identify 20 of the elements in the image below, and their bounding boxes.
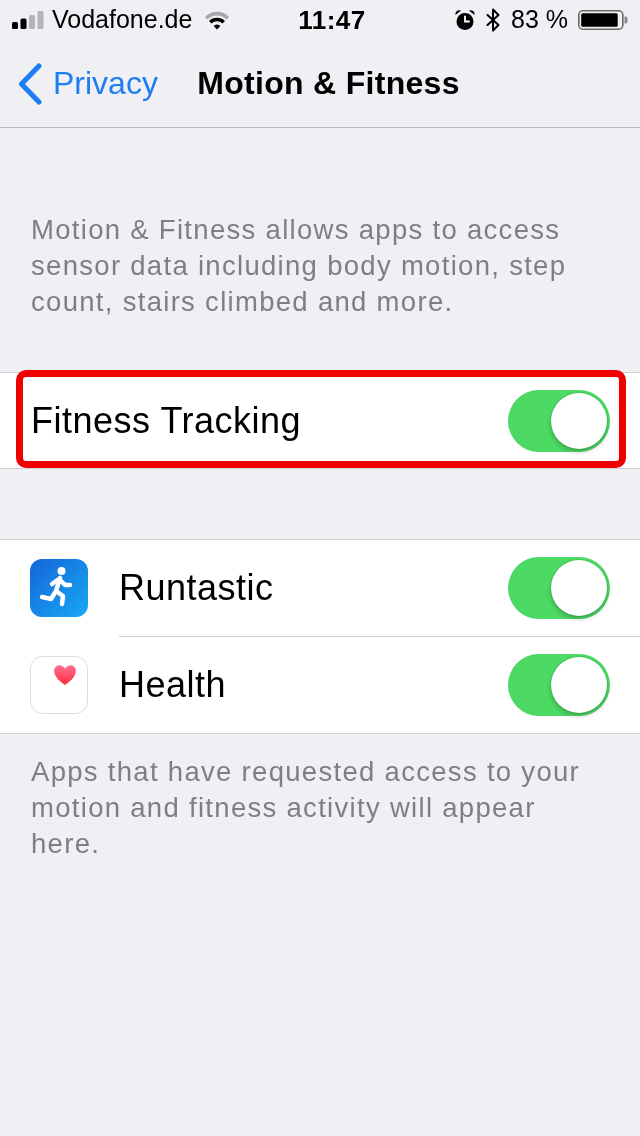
alarm-clock-icon [454,9,477,31]
footer-text: Apps that have requested access to your motion and fitness activity will appear here. [31,755,582,861]
chevron-icon [17,62,43,105]
description-text: Motion & Fitness allows apps to access sensor data including body motion, step count, stairs climbed and more. [31,213,568,319]
app-name: Runtastic [119,567,274,609]
battery-icon [578,10,628,30]
battery-percentage: 83 % [511,6,568,34]
back-button[interactable]: Privacy [17,60,160,107]
carrier-name: Vodafone.de [52,6,193,34]
wifi-icon [204,10,231,30]
screen-title: Motion & Fitness [197,65,460,102]
toggle-switch[interactable] [508,389,610,452]
signal-icon [12,11,44,29]
toggle-switch[interactable] [508,557,610,619]
app-name: Health [119,664,227,706]
clock-time: 11:47 [298,5,366,35]
toggle-switch[interactable] [508,654,610,716]
setting-label: Fitness Tracking [31,399,302,442]
runner-icon [30,559,88,617]
bluetooth-icon [486,8,502,32]
